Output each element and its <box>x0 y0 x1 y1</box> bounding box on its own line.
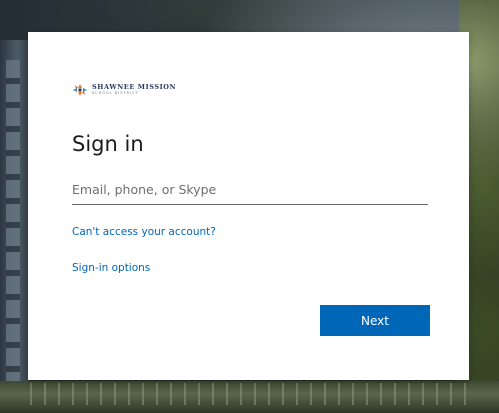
district-logo-icon <box>73 84 87 96</box>
district-name: SHAWNEE MISSION <box>92 83 177 92</box>
cant-access-account-link[interactable]: Can't access your account? <box>72 226 216 238</box>
next-button[interactable]: Next <box>320 305 430 336</box>
background-building <box>0 40 28 413</box>
email-input[interactable] <box>72 175 428 205</box>
page-title: Sign in <box>72 132 144 156</box>
district-subtitle: SCHOOL DISTRICT <box>92 90 139 95</box>
district-logo-text: SHAWNEE MISSION SCHOOL DISTRICT <box>92 84 176 95</box>
signin-options-link[interactable]: Sign-in options <box>72 262 150 274</box>
signin-card: SHAWNEE MISSION SCHOOL DISTRICT Sign in … <box>28 32 469 380</box>
background-fence <box>30 383 470 405</box>
district-logo: SHAWNEE MISSION SCHOOL DISTRICT <box>72 83 176 97</box>
